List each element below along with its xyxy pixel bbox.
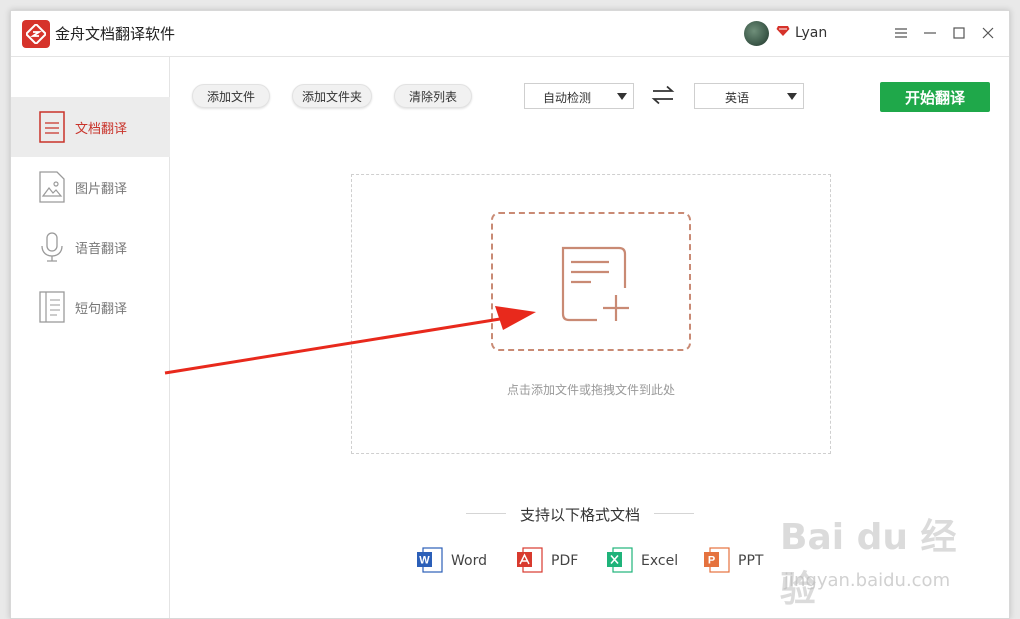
watermark-main: Bai du 经验 (780, 517, 957, 610)
watermark-sub: jingyan.baidu.com (784, 570, 951, 591)
watermark: Bai du 经验 jingyan.baidu.com (780, 508, 970, 610)
